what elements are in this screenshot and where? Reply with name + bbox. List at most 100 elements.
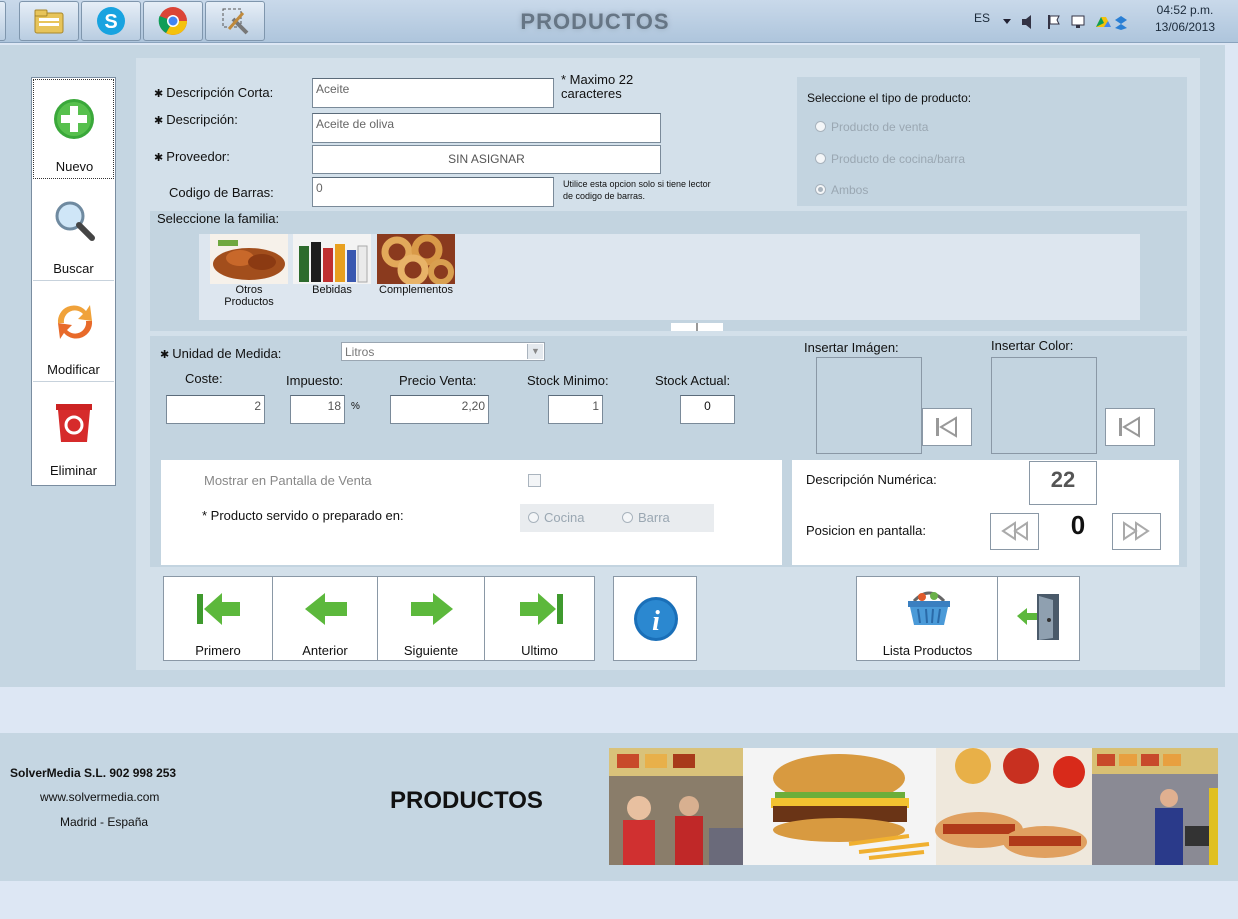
- unidad-select[interactable]: Litros ▼: [341, 342, 545, 361]
- barcode-note-line2: de codigo de barras.: [563, 191, 646, 201]
- primero-button[interactable]: Primero: [163, 576, 273, 661]
- barcode-label: Codigo de Barras:: [169, 185, 274, 200]
- ultimo-button[interactable]: Ultimo: [484, 576, 595, 661]
- coste-input[interactable]: 2: [166, 395, 265, 424]
- family-item-complementos[interactable]: Complementos: [377, 234, 455, 296]
- exit-door-icon: [1017, 594, 1059, 640]
- family-title: Seleccione la familia:: [157, 211, 280, 226]
- family-label-complementos: Complementos: [379, 284, 453, 296]
- desc-corta-input[interactable]: Aceite: [312, 78, 554, 108]
- barcode-input[interactable]: 0: [312, 177, 554, 207]
- radio-cocina[interactable]: [815, 153, 826, 164]
- footer-title: PRODUCTOS: [390, 787, 543, 814]
- fast-forward-icon: [1123, 521, 1150, 541]
- desc-corta-label: Descripción Corta:: [154, 85, 273, 100]
- color-preview: [991, 357, 1097, 454]
- product-type-option-venta[interactable]: Producto de venta: [815, 120, 928, 134]
- footer: SolverMedia S.L. 902 998 253 www.solverm…: [0, 733, 1238, 881]
- modificar-button[interactable]: Modificar: [33, 281, 114, 382]
- family-label-bebidas: Bebidas: [312, 284, 352, 296]
- screen-position-panel: Descripción Numérica: 22 Posicion en pan…: [792, 460, 1179, 565]
- coste-label: Coste:: [185, 371, 223, 386]
- chevron-down-icon[interactable]: ▼: [527, 344, 543, 359]
- info-icon: i: [634, 597, 678, 641]
- taskbar-tools[interactable]: [205, 1, 265, 41]
- anterior-button[interactable]: Anterior: [272, 576, 378, 661]
- folder-icon: [34, 9, 64, 34]
- insert-image-button[interactable]: [922, 408, 972, 446]
- footer-company: SolverMedia S.L. 902 998 253: [10, 766, 177, 780]
- max-chars-note: * Maximo 22 caracteres: [561, 73, 633, 101]
- posicion-value: 0: [1070, 510, 1086, 540]
- product-type-option-cocina[interactable]: Producto de cocina/barra: [815, 152, 965, 166]
- stock-act-input[interactable]: 0: [680, 395, 735, 424]
- lista-productos-button[interactable]: Lista Productos: [856, 576, 999, 661]
- flag-icon: [1048, 15, 1060, 29]
- servido-cocina[interactable]: Cocina: [528, 510, 584, 525]
- left-toolbar: Nuevo Buscar Modificar Eliminar: [31, 77, 116, 486]
- start-button[interactable]: [0, 1, 6, 41]
- otros-productos-image: [210, 234, 288, 284]
- window-title: PRODUCTOS: [520, 9, 670, 34]
- proveedor-button[interactable]: SIN ASIGNAR: [312, 145, 661, 174]
- radio-barra-servido[interactable]: [622, 512, 633, 523]
- last-icon: [520, 593, 563, 625]
- proveedor-label: Proveedor:: [154, 149, 230, 164]
- refresh-icon: [57, 305, 93, 339]
- search-icon: [55, 201, 95, 241]
- taskbar-chrome[interactable]: [143, 1, 203, 41]
- unidad-label: Unidad de Medida:: [160, 346, 281, 361]
- display-options-panel: Mostrar en Pantalla de Venta * Producto …: [161, 460, 782, 565]
- image-preview: [816, 357, 922, 454]
- unidad-value: Litros: [345, 345, 375, 359]
- ultimo-label: Ultimo: [521, 643, 558, 658]
- radio-ambos[interactable]: [815, 184, 826, 195]
- radio-cocina-servido[interactable]: [528, 512, 539, 523]
- product-type-title: Seleccione el tipo de producto:: [807, 91, 972, 105]
- impuesto-input[interactable]: 18: [290, 395, 345, 424]
- clock-date[interactable]: 13/06/2013: [1150, 20, 1220, 34]
- next-icon: [411, 593, 453, 625]
- primero-label: Primero: [195, 643, 241, 658]
- insert-color-button[interactable]: [1105, 408, 1155, 446]
- footer-web[interactable]: www.solvermedia.com: [40, 790, 159, 804]
- servido-barra[interactable]: Barra: [622, 510, 670, 525]
- trash-icon: [56, 404, 92, 442]
- info-button[interactable]: i: [613, 576, 697, 661]
- volume-icon: [1022, 15, 1031, 29]
- insert-image-label: Insertar Imágen:: [804, 340, 899, 355]
- rewind-icon: [1001, 521, 1028, 541]
- taskbar-skype[interactable]: S: [81, 1, 141, 41]
- bebidas-image: [293, 234, 371, 284]
- family-item-otros[interactable]: Otros Productos: [210, 234, 288, 308]
- taskbar-file-explorer[interactable]: [19, 1, 79, 41]
- mostrar-checkbox[interactable]: [528, 474, 541, 487]
- siguiente-button[interactable]: Siguiente: [377, 576, 485, 661]
- product-type-option-ambos[interactable]: Ambos: [815, 183, 868, 197]
- stock-min-input[interactable]: 1: [548, 395, 603, 424]
- system-tray-icons[interactable]: [1000, 13, 1130, 31]
- stock-min-label: Stock Minimo:: [527, 373, 609, 388]
- family-item-bebidas[interactable]: Bebidas: [293, 234, 371, 296]
- posicion-prev-button[interactable]: [990, 513, 1039, 550]
- language-indicator[interactable]: ES: [974, 11, 990, 25]
- family-scroll-indicator[interactable]: [671, 323, 723, 331]
- svg-text:i: i: [652, 606, 660, 637]
- nuevo-button[interactable]: Nuevo: [33, 79, 114, 179]
- radio-venta[interactable]: [815, 121, 826, 132]
- desc-input[interactable]: Aceite de oliva: [312, 113, 661, 143]
- eliminar-button[interactable]: Eliminar: [33, 382, 114, 482]
- modificar-label: Modificar: [47, 362, 100, 377]
- family-section: Seleccione la familia: Otros Productos B…: [150, 211, 1187, 331]
- lista-productos-label: Lista Productos: [882, 643, 973, 658]
- footer-city: Madrid - España: [60, 815, 149, 829]
- clock-time[interactable]: 04:52 p.m.: [1150, 3, 1220, 17]
- desc-num-value[interactable]: 22: [1029, 461, 1097, 505]
- buscar-button[interactable]: Buscar: [33, 180, 114, 281]
- impuesto-label: Impuesto:: [286, 373, 344, 388]
- posicion-next-button[interactable]: [1112, 513, 1161, 550]
- precio-input[interactable]: 2,20: [390, 395, 489, 424]
- nuevo-label: Nuevo: [55, 159, 94, 174]
- shopping-basket-icon: [908, 591, 950, 625]
- exit-button[interactable]: [997, 576, 1080, 661]
